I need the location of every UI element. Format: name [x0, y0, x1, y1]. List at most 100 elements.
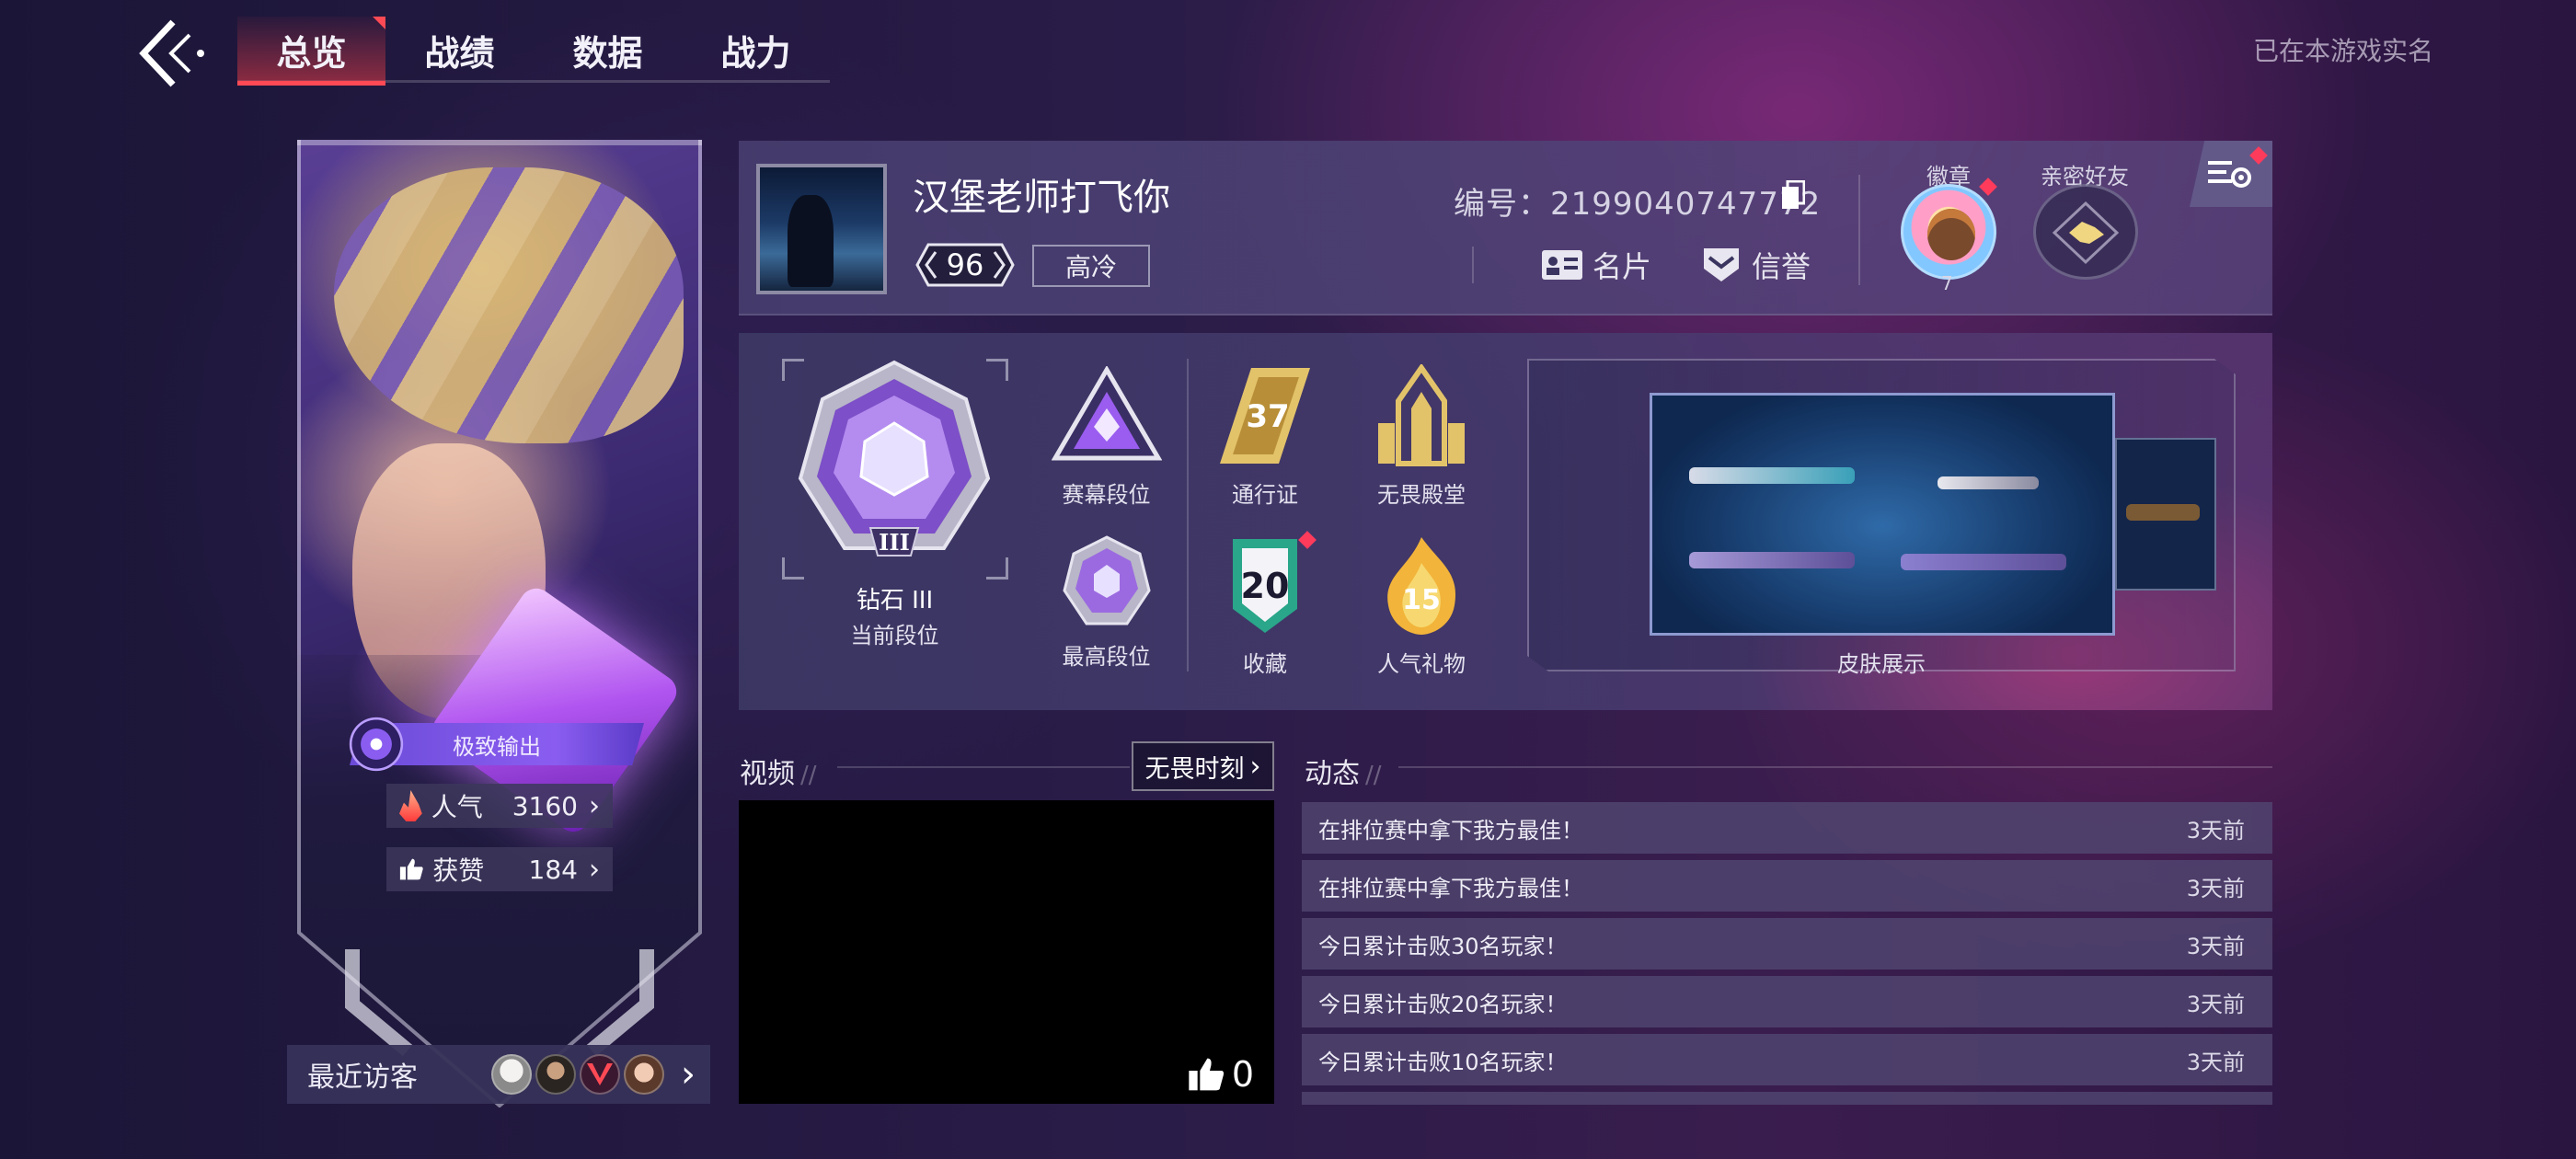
badge-avatar-icon [1927, 209, 1975, 260]
feed-item-time: 3天前 [2186, 817, 2245, 843]
skin-thumbnail[interactable] [2115, 438, 2216, 591]
popularity-label: 人气 [431, 792, 483, 822]
video-like-button[interactable]: 0 [1188, 1054, 1254, 1095]
back-arrow-icon [139, 19, 204, 87]
likes-pill[interactable]: 获赞 184 › [386, 847, 613, 891]
visitor-avatar[interactable] [580, 1054, 620, 1095]
tab-data[interactable]: 数据 [534, 17, 682, 83]
credit-label: 信誉 [1752, 249, 1811, 284]
visitor-avatar[interactable] [624, 1054, 664, 1095]
weapon-skin-art [2126, 504, 2200, 521]
tab-overview[interactable]: 总览 [237, 17, 385, 86]
visitor-avatar[interactable] [535, 1054, 576, 1095]
recent-visitors-label: 最近访客 [307, 1061, 418, 1094]
likes-label: 获赞 [432, 855, 485, 886]
diamond-rank-icon: III [798, 360, 991, 557]
main-tabs: 总览 战绩 数据 战力 [237, 17, 830, 86]
feed-item-text: 在排位赛中拿下我方最佳！ [1318, 875, 1583, 901]
skin-showcase-main[interactable] [1650, 393, 2115, 636]
skin-showcase-label: 皮肤展示 [1837, 651, 1926, 677]
popular-gift[interactable]: 15 人气礼物 [1371, 535, 1472, 678]
video-player[interactable]: 0 [739, 800, 1274, 1104]
flame-gift-icon: 15 [1387, 537, 1456, 635]
weapon-skin-art [1938, 476, 2039, 489]
fire-icon [399, 790, 422, 821]
namecard-button[interactable]: 名片 [1541, 241, 1651, 289]
tab-record[interactable]: 战绩 [385, 17, 534, 83]
feed-item[interactable]: 今日累计击败30名玩家！ 3天前 [1302, 918, 2272, 970]
hall-of-valor[interactable]: 无畏殿堂 [1362, 362, 1481, 509]
divider [1187, 359, 1189, 671]
player-name: 汉堡老师打飞你 [913, 177, 1170, 219]
hall-label: 无畏殿堂 [1377, 482, 1466, 508]
highest-rank-label: 最高段位 [1062, 644, 1151, 670]
copy-icon[interactable] [1781, 180, 1805, 210]
feed-item[interactable]: 今日累计击败20名玩家！ 3天前 [1302, 976, 2272, 1027]
player-id: 编号：2199040747772 [1454, 186, 1822, 223]
feed-item-text: 今日累计击败10名玩家！ [1318, 1049, 1568, 1075]
close-friend-button[interactable] [2033, 184, 2138, 280]
highest-rank[interactable]: 最高段位 [1049, 535, 1164, 671]
feed-item-text: 今日累计击败20名玩家！ [1318, 991, 1568, 1017]
feed-title: 动态 [1305, 758, 1360, 790]
likes-value: 184 [528, 854, 578, 885]
moment-label: 无畏时刻 [1144, 754, 1245, 784]
namecard-icon [1542, 250, 1582, 280]
current-rank[interactable]: III 钻石 III 当前段位 [791, 359, 998, 649]
feed-item-text: 在排位赛中拿下我方最佳！ [1318, 817, 1583, 843]
collection-count: 20 [1241, 566, 1290, 606]
feed-item-time: 3天前 [2186, 1049, 2245, 1075]
feed-item[interactable]: 今日累计击败10名玩家！ 3天前 [1302, 1034, 2272, 1085]
weapon-skin-art [1689, 552, 1855, 568]
chevron-right-icon: › [1249, 750, 1261, 783]
video-like-count: 0 [1231, 1054, 1254, 1095]
divider [1858, 175, 1860, 285]
role-crosshair-icon [348, 716, 405, 773]
collection[interactable]: 20 收藏 [1214, 535, 1316, 678]
agent-card-art[interactable] [297, 140, 702, 1107]
collection-icon: 20 [1233, 539, 1297, 633]
video-section-title: 视频// [740, 758, 817, 790]
tab-power[interactable]: 战力 [682, 17, 830, 83]
season-rank-label: 赛幕段位 [1062, 482, 1151, 508]
visitor-avatar[interactable] [491, 1054, 532, 1095]
badge-count: 7 [1941, 272, 1953, 294]
realname-status: 已在本游戏实名 [2252, 36, 2433, 66]
popularity-value: 3160 [512, 790, 578, 821]
valorant-logo-icon [587, 1063, 613, 1085]
hall-building-icon [1378, 362, 1465, 466]
svg-text:III: III [879, 529, 910, 556]
card-top-bar [297, 140, 702, 145]
namecard-label: 名片 [1593, 249, 1652, 284]
battlepass-level: 37 [1246, 398, 1289, 435]
popularity-pill[interactable]: 人气 3160 › [386, 784, 613, 828]
role-label: 极致输出 [453, 733, 541, 760]
feed-item-time: 3天前 [2186, 875, 2245, 901]
back-button[interactable] [129, 17, 221, 90]
valor-moment-button[interactable]: 无畏时刻 › [1132, 741, 1274, 791]
highest-rank-icon [1062, 535, 1151, 625]
weapon-skin-art [1901, 554, 2066, 570]
current-rank-label: 当前段位 [850, 623, 939, 648]
gift-count: 15 [1402, 584, 1441, 616]
feed-item-partial[interactable] [1302, 1092, 2272, 1105]
title-tag[interactable]: 高冷 [1032, 245, 1150, 287]
level-badge[interactable]: 96 [915, 243, 1015, 287]
thumbs-up-icon [1189, 1058, 1224, 1091]
feed-item[interactable]: 在排位赛中拿下我方最佳！ 3天前 [1302, 802, 2272, 854]
battlepass-icon: 37 [1220, 368, 1310, 464]
feed-section-title: 动态// [1305, 758, 1382, 790]
chevron-right-icon: › [589, 853, 600, 886]
badge-button[interactable] [1901, 184, 1996, 280]
season-triangle-icon [1051, 365, 1162, 461]
video-title: 视频 [740, 758, 795, 790]
feed-item-time: 3天前 [2186, 991, 2245, 1017]
feed-item[interactable]: 在排位赛中拿下我方最佳！ 3天前 [1302, 860, 2272, 912]
credit-button[interactable]: 信誉 [1700, 241, 1811, 289]
recent-visitors-bar[interactable]: 最近访客 › [287, 1045, 710, 1104]
weapon-skin-art [1689, 467, 1855, 484]
battlepass[interactable]: 37 通行证 [1205, 364, 1325, 509]
gift-label: 人气礼物 [1377, 651, 1466, 677]
season-rank[interactable]: 赛幕段位 [1040, 365, 1173, 509]
player-avatar[interactable] [756, 164, 887, 294]
